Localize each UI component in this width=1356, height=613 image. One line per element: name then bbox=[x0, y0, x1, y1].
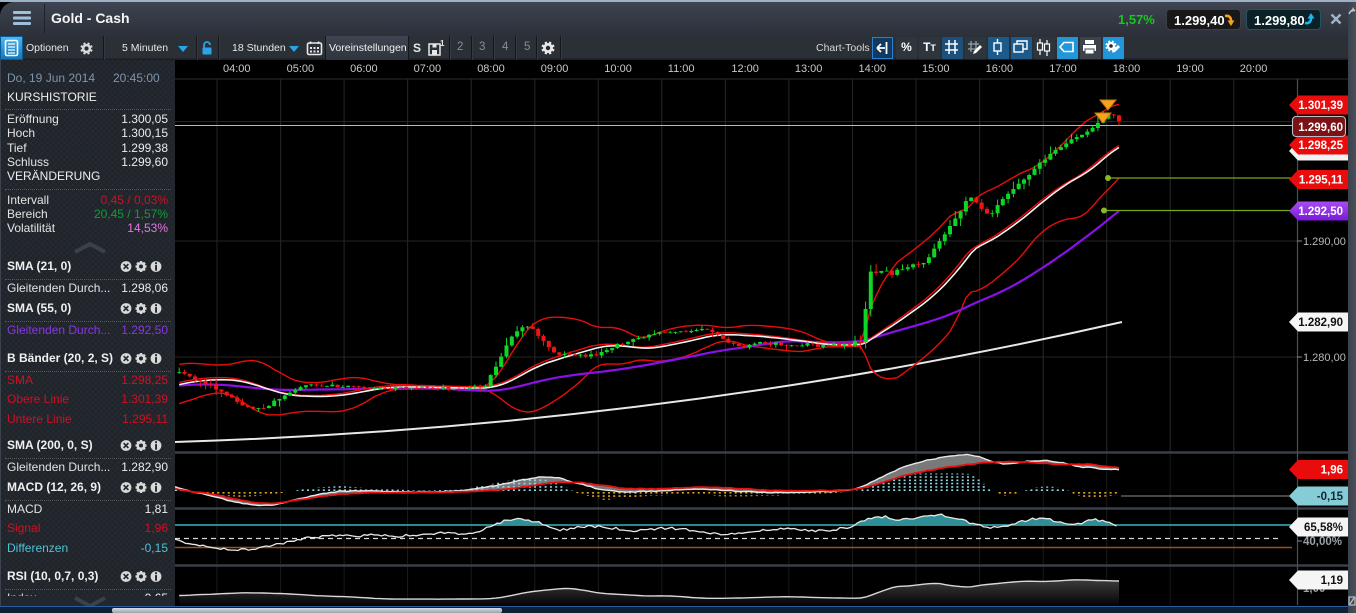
svg-text:04:00: 04:00 bbox=[223, 63, 251, 75]
svg-text:12:00: 12:00 bbox=[731, 63, 759, 75]
svg-text:14:00: 14:00 bbox=[859, 63, 887, 75]
svg-text:40,00%: 40,00% bbox=[1303, 536, 1342, 548]
svg-text:11:00: 11:00 bbox=[668, 63, 695, 75]
svg-text:19:00: 19:00 bbox=[1176, 63, 1204, 75]
svg-text:-0,15: -0,15 bbox=[1317, 491, 1344, 503]
svg-text:20:00: 20:00 bbox=[1240, 63, 1268, 75]
svg-text:18:00: 18:00 bbox=[1113, 63, 1141, 75]
svg-text:1.299,60: 1.299,60 bbox=[1298, 122, 1343, 134]
svg-text:1.282,90: 1.282,90 bbox=[1298, 317, 1343, 329]
svg-text:06:00: 06:00 bbox=[350, 63, 378, 75]
svg-text:1.301,39: 1.301,39 bbox=[1298, 100, 1343, 112]
svg-text:1.295,11: 1.295,11 bbox=[1299, 175, 1344, 187]
svg-text:1,96: 1,96 bbox=[1321, 465, 1343, 477]
svg-text:13:00: 13:00 bbox=[795, 63, 823, 75]
svg-text:09:00: 09:00 bbox=[541, 63, 569, 75]
svg-text:17:00: 17:00 bbox=[1049, 63, 1077, 75]
svg-text:1.298,25: 1.298,25 bbox=[1298, 140, 1343, 152]
svg-text:07:00: 07:00 bbox=[414, 63, 442, 75]
svg-text:1: 1 bbox=[440, 39, 445, 48]
svg-text:08:00: 08:00 bbox=[477, 63, 505, 75]
svg-text:1.292,50: 1.292,50 bbox=[1298, 206, 1343, 218]
svg-text:10:00: 10:00 bbox=[604, 63, 632, 75]
svg-text:1.280,00: 1.280,00 bbox=[1303, 352, 1346, 364]
svg-text:15:00: 15:00 bbox=[922, 63, 950, 75]
svg-text:1,19: 1,19 bbox=[1321, 575, 1343, 587]
svg-text:16:00: 16:00 bbox=[986, 63, 1014, 75]
svg-text:1.290,00: 1.290,00 bbox=[1303, 236, 1346, 248]
svg-text:05:00: 05:00 bbox=[287, 63, 315, 75]
svg-text:65,58%: 65,58% bbox=[1304, 522, 1343, 534]
